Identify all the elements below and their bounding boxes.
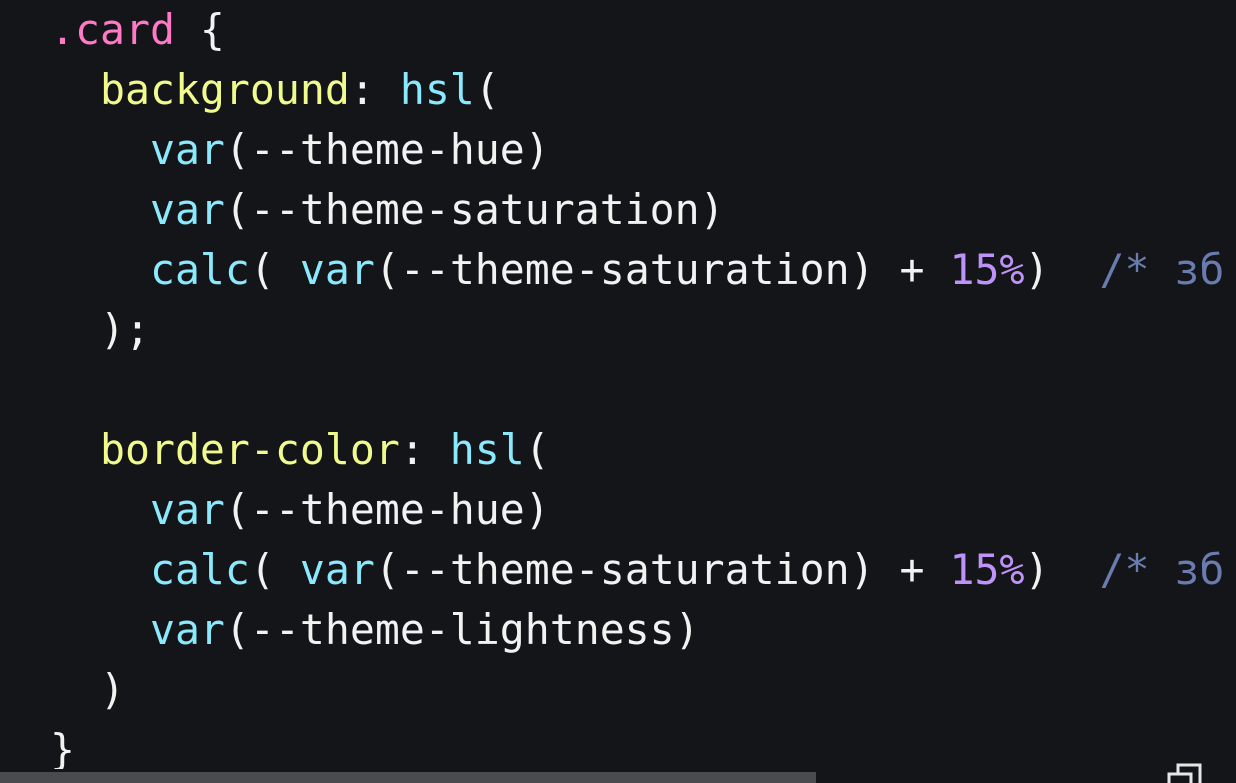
code-text: (--theme-hue): [224, 125, 550, 174]
code-selector: .card: [50, 5, 175, 54]
code-function: calc: [149, 245, 250, 294]
code-function: var: [299, 545, 375, 594]
code-line[interactable]: calc( var(--theme-saturation) + 15%) /* …: [50, 240, 1224, 300]
code-text: :: [399, 425, 450, 474]
code-line[interactable]: background: hsl(: [50, 60, 1224, 120]
code-line[interactable]: var(--theme-hue): [50, 480, 1224, 540]
code-line[interactable]: ): [50, 660, 1224, 720]
code-line[interactable]: calc( var(--theme-saturation) + 15%) /* …: [50, 540, 1224, 600]
code-text: ): [50, 665, 125, 714]
code-function: var: [149, 185, 225, 234]
code-line[interactable]: border-color: hsl(: [50, 420, 1224, 480]
code-comment: /* зб: [1099, 545, 1225, 594]
code-text: ): [1024, 545, 1100, 594]
code-text: (: [249, 545, 300, 594]
code-property: border-color: [99, 425, 400, 474]
code-editor[interactable]: .card { background: hsl( var(--theme-hue…: [0, 0, 1236, 783]
code-text: (--theme-saturation) +: [374, 245, 950, 294]
code-line[interactable]: var(--theme-hue): [50, 120, 1224, 180]
code-text: (--theme-lightness): [224, 605, 700, 654]
code-function: var: [299, 245, 375, 294]
code-line[interactable]: .card {: [50, 0, 1224, 60]
code-text: (--theme-saturation) +: [374, 545, 950, 594]
code-number: 15%: [949, 245, 1025, 294]
code-function: var: [149, 485, 225, 534]
code-line[interactable]: [50, 360, 1224, 420]
code-number: 15%: [949, 545, 1025, 594]
code-comment: /* зб: [1099, 245, 1225, 294]
code-text: }: [50, 725, 75, 774]
code-text: (: [474, 65, 500, 114]
code-function: calc: [149, 545, 250, 594]
copy-icon: [1167, 763, 1202, 783]
code-text: (--theme-hue): [224, 485, 550, 534]
code-line[interactable]: );: [50, 300, 1224, 360]
code-block[interactable]: .card { background: hsl( var(--theme-hue…: [50, 0, 1224, 780]
code-line[interactable]: var(--theme-lightness): [50, 600, 1224, 660]
code-text: (: [249, 245, 300, 294]
copy-button[interactable]: [1158, 761, 1208, 783]
code-text: );: [50, 305, 150, 354]
horizontal-scrollbar-thumb[interactable]: [0, 772, 816, 783]
code-line[interactable]: var(--theme-saturation): [50, 180, 1224, 240]
code-function: hsl: [399, 65, 475, 114]
code-text: :: [349, 65, 400, 114]
code-text: ): [1024, 245, 1100, 294]
code-text: {: [174, 5, 225, 54]
code-text: (: [524, 425, 550, 474]
code-function: hsl: [449, 425, 525, 474]
code-property: background: [99, 65, 350, 114]
horizontal-scrollbar[interactable]: [0, 769, 1236, 783]
code-function: var: [149, 125, 225, 174]
code-function: var: [149, 605, 225, 654]
code-text: (--theme-saturation): [224, 185, 725, 234]
